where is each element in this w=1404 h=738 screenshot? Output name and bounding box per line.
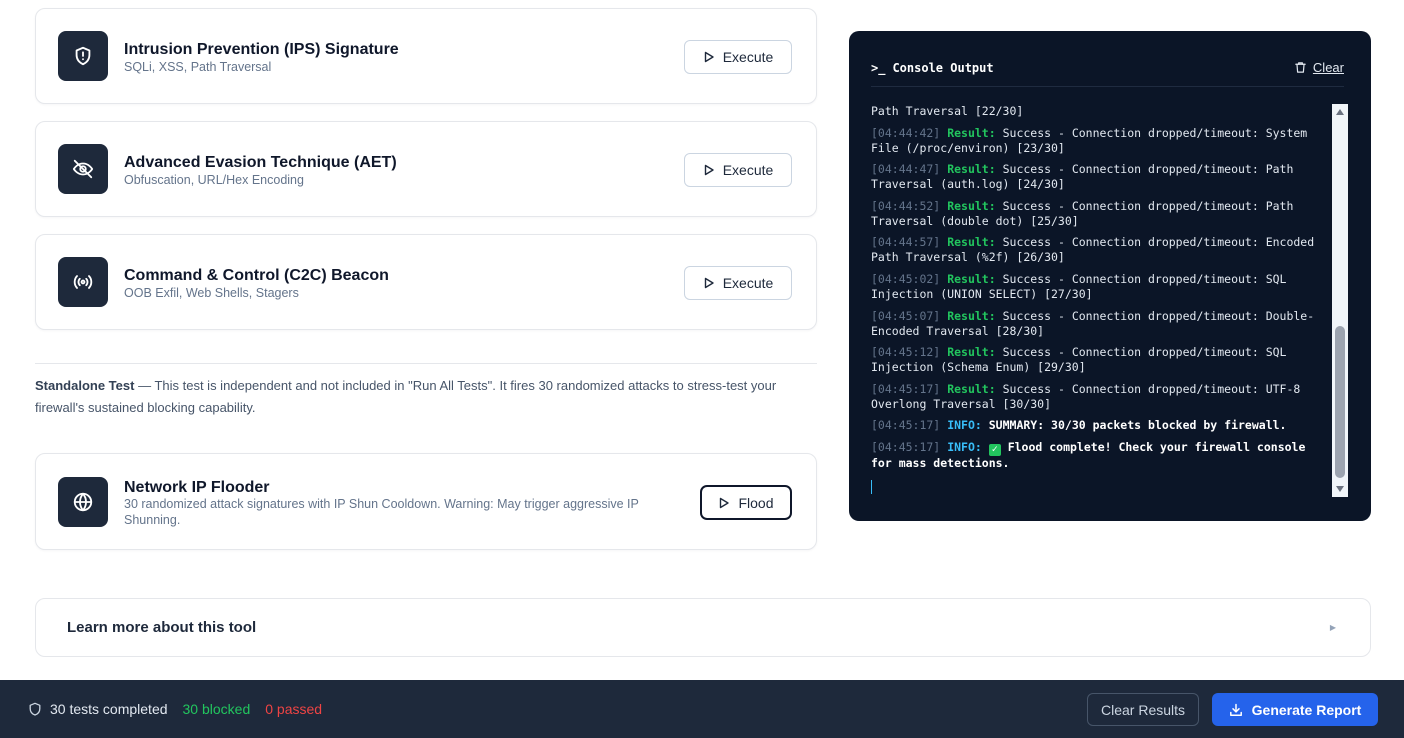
footer-stats: 30 tests completed 30 blocked 0 passed [28,680,322,738]
log-line: [04:44:57] Result: Success - Connection … [871,235,1315,265]
log-line: [04:45:17] Result: Success - Connection … [871,381,1301,411]
test-card-aet: Advanced Evasion Technique (AET) Obfusca… [35,121,817,217]
passed-count: 0 passed [265,701,323,717]
flood-label: Flood [738,494,774,511]
page: Intrusion Prevention (IPS) Signature SQL… [0,0,1404,738]
flooder-subtitle: 30 randomized attack signatures with IP … [124,497,639,527]
test-subtitle: Obfuscation, URL/Hex Encoding [124,173,304,187]
console-clear-button[interactable]: Clear [1294,60,1344,75]
test-card-ips: Intrusion Prevention (IPS) Signature SQL… [35,8,817,104]
execute-label: Execute [722,49,774,65]
scroll-up-icon[interactable] [1332,104,1348,120]
console-panel: >_ Console Output Clear Path Traversal [… [849,31,1371,521]
log-line: [04:44:47] Result: Success - Connection … [871,162,1294,192]
execute-label: Execute [722,275,774,291]
log-line: [04:45:12] Result: Success - Connection … [871,345,1287,375]
scrollbar-thumb[interactable] [1335,326,1345,478]
shield-alert-icon [58,31,108,81]
console-scrollbar[interactable] [1332,104,1348,497]
generate-report-button[interactable]: Generate Report [1212,693,1378,726]
play-icon [704,51,714,63]
standalone-label: Standalone Test [35,378,135,393]
tests-completed-text: 30 tests completed [50,701,168,717]
learn-more-label: Learn more about this tool [67,619,257,636]
test-title: Advanced Evasion Technique (AET) [124,154,397,171]
execute-label: Execute [722,162,774,178]
broadcast-icon [58,257,108,307]
footer-bar: 30 tests completed 30 blocked 0 passed C… [0,680,1404,738]
console-log: Path Traversal [22/30] [04:44:42] Result… [871,104,1329,500]
standalone-text: — This test is independent and not inclu… [35,378,777,415]
test-subtitle: OOB Exfil, Web Shells, Stagers [124,286,299,300]
chevron-right-icon: ▶ [1329,623,1336,632]
flood-button[interactable]: Flood [700,485,792,520]
test-title: Intrusion Prevention (IPS) Signature [124,41,399,58]
trash-icon [1295,62,1306,73]
test-subtitle: SQLi, XSS, Path Traversal [124,60,272,74]
execute-button[interactable]: Execute [684,153,792,187]
play-icon [720,497,730,508]
play-icon [704,164,714,176]
learn-more-accordion[interactable]: Learn more about this tool ▶ [35,598,1371,657]
log-line: [04:44:52] Result: Success - Connection … [871,198,1294,228]
console-cursor [871,478,1329,498]
console-title-text: Console Output [892,60,994,75]
generate-report-label: Generate Report [1251,701,1362,718]
test-card-flooder: Network IP Flooder 30 randomized attack … [35,453,817,550]
standalone-note: Standalone Test — This test is independe… [35,375,825,419]
execute-button[interactable]: Execute [684,40,792,74]
globe-icon [58,477,108,527]
clear-results-button[interactable]: Clear Results [1087,693,1199,726]
terminal-prompt-icon: >_ [871,60,886,75]
log-line: Path Traversal [22/30] [871,104,1024,118]
eye-off-icon [58,144,108,194]
tests-completed: 30 tests completed [28,701,168,717]
log-line: [04:45:07] Result: Success - Connection … [871,308,1315,338]
shield-icon [29,702,41,716]
console-title: >_ Console Output [871,61,994,75]
download-icon [1229,703,1242,716]
console-header: >_ Console Output Clear [871,49,1344,87]
scroll-down-icon[interactable] [1332,481,1348,497]
log-line-complete: [04:45:17] INFO: ✓ Flood complete! Check… [871,439,1306,470]
flooder-title: Network IP Flooder [124,479,270,496]
console-clear-label: Clear [1312,60,1344,75]
log-line: [04:45:02] Result: Success - Connection … [871,271,1287,301]
log-line-summary: [04:45:17] INFO: SUMMARY: 30/30 packets … [871,418,1287,433]
execute-button[interactable]: Execute [684,266,792,300]
play-icon [704,277,714,289]
test-title: Command & Control (C2C) Beacon [124,267,389,284]
log-line: [04:44:42] Result: Success - Connection … [871,125,1308,155]
test-card-c2c: Command & Control (C2C) Beacon OOB Exfil… [35,234,817,330]
section-divider [35,363,817,364]
blocked-count: 30 blocked [182,701,251,717]
check-icon: ✓ [988,443,1001,456]
